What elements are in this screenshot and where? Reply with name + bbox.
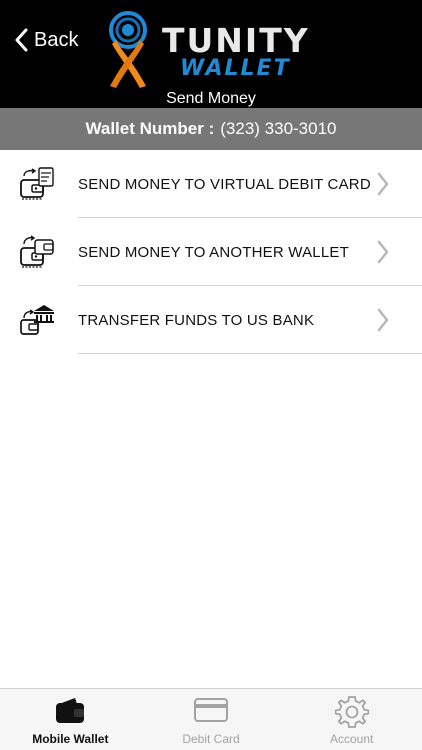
menu-item-another-wallet[interactable]: SEND MONEY TO ANOTHER WALLET [0,218,422,286]
tab-label: Account [330,732,374,746]
tab-account[interactable]: Account [281,689,422,750]
bottom-tab-bar: Mobile Wallet Debit Card Account [0,688,422,750]
tunity-wallet-logo: TUNITY WALLET [102,10,326,90]
bank-transfer-icon [20,305,54,335]
chevron-right-icon [377,308,389,332]
tab-label: Debit Card [182,732,240,746]
wallet-to-wallet-icon [20,235,54,268]
divider [78,353,422,354]
app-header: Back TUNITY WALLET Send Money [0,0,422,108]
back-label: Back [34,28,79,51]
page-title: Send Money [166,90,256,107]
send-money-menu: SEND MONEY TO VIRTUAL DEBIT CARD SEND MO… [0,150,422,354]
wallet-icon [56,698,85,723]
tab-mobile-wallet[interactable]: Mobile Wallet [0,689,141,750]
logo-text-tunity: TUNITY [162,21,310,60]
chevron-right-icon [377,240,389,264]
back-button[interactable]: Back [14,26,78,54]
menu-item-label: SEND MONEY TO ANOTHER WALLET [78,243,349,261]
menu-item-virtual-debit-card[interactable]: SEND MONEY TO VIRTUAL DEBIT CARD [0,150,422,218]
ribbon-logo-icon [109,11,147,88]
chevron-left-icon [15,28,28,52]
logo-text-wallet: WALLET [180,56,291,81]
gear-icon [334,696,369,728]
credit-card-icon [194,698,228,722]
wallet-number-value: (323) 330-3010 [220,119,337,138]
tab-debit-card[interactable]: Debit Card [141,689,282,750]
tab-label: Mobile Wallet [32,732,109,746]
chevron-right-icon [377,172,389,196]
menu-item-us-bank[interactable]: TRANSFER FUNDS TO US BANK [0,286,422,354]
menu-item-label: TRANSFER FUNDS TO US BANK [78,311,315,329]
wallet-to-card-icon [20,167,54,200]
wallet-number-label: Wallet Number : [85,119,215,138]
menu-item-label: SEND MONEY TO VIRTUAL DEBIT CARD [78,175,371,193]
wallet-number-bar: Wallet Number : (323) 330-3010 [0,108,422,150]
